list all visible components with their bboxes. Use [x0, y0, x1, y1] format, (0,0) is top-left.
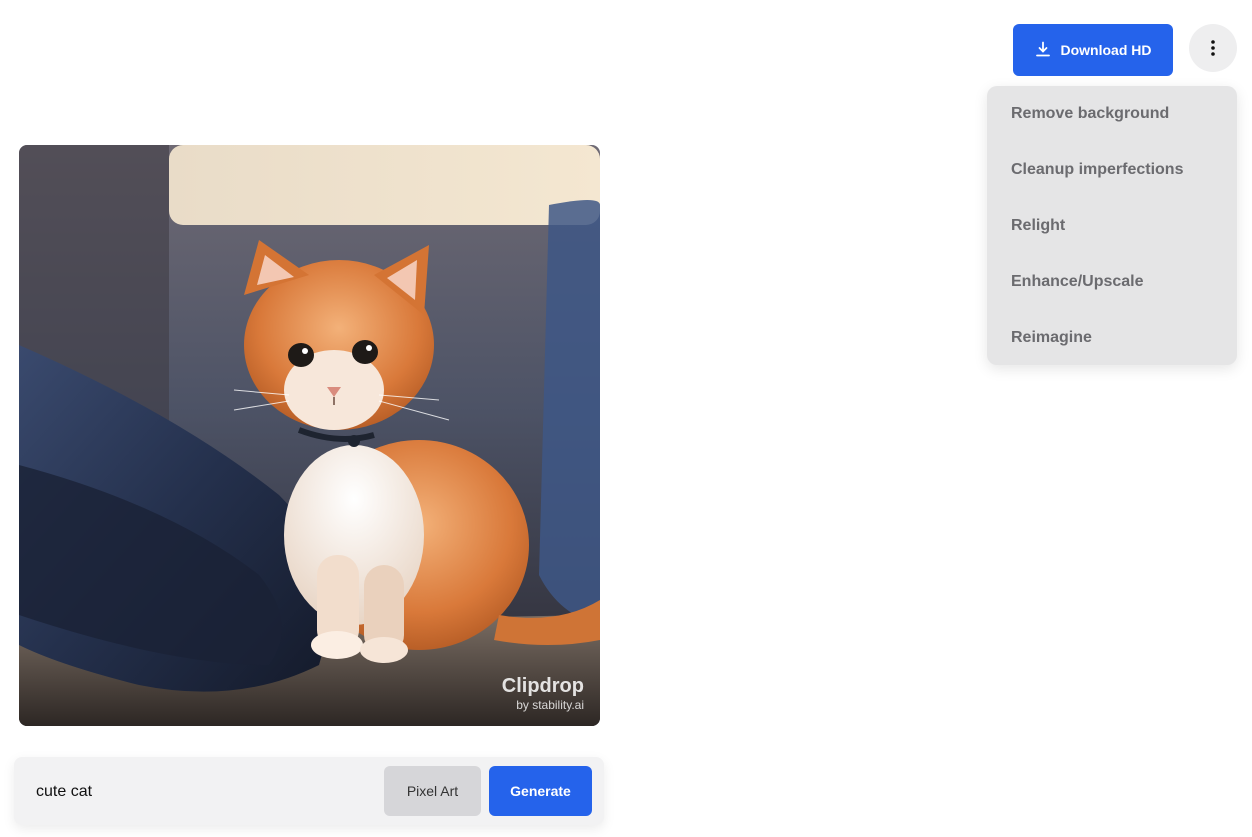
menu-item-enhance-upscale[interactable]: Enhance/Upscale: [987, 254, 1237, 310]
watermark-title: Clipdrop: [501, 675, 584, 697]
vertical-dots-icon: [1211, 40, 1215, 56]
more-options-button[interactable]: [1189, 24, 1237, 72]
download-hd-button[interactable]: Download HD: [1013, 24, 1173, 76]
menu-item-cleanup-imperfections[interactable]: Cleanup imperfections: [987, 142, 1237, 198]
prompt-bar: Pixel Art Generate: [14, 757, 604, 825]
download-hd-label: Download HD: [1060, 42, 1152, 58]
generate-button[interactable]: Generate: [489, 766, 592, 816]
generated-image[interactable]: Clipdrop by stability.ai: [19, 145, 600, 726]
page: Download HD Remove background Cleanup im…: [0, 0, 1252, 837]
menu-item-remove-background[interactable]: Remove background: [987, 86, 1237, 142]
options-dropdown-menu: Remove background Cleanup imperfections …: [987, 86, 1237, 365]
prompt-input[interactable]: [34, 775, 378, 809]
download-icon: [1035, 41, 1051, 60]
watermark-subtitle: by stability.ai: [516, 698, 584, 712]
kitten-photo: [19, 145, 600, 726]
menu-item-relight[interactable]: Relight: [987, 198, 1237, 254]
menu-item-reimagine[interactable]: Reimagine: [987, 310, 1237, 366]
style-pixel-art-button[interactable]: Pixel Art: [384, 766, 481, 816]
